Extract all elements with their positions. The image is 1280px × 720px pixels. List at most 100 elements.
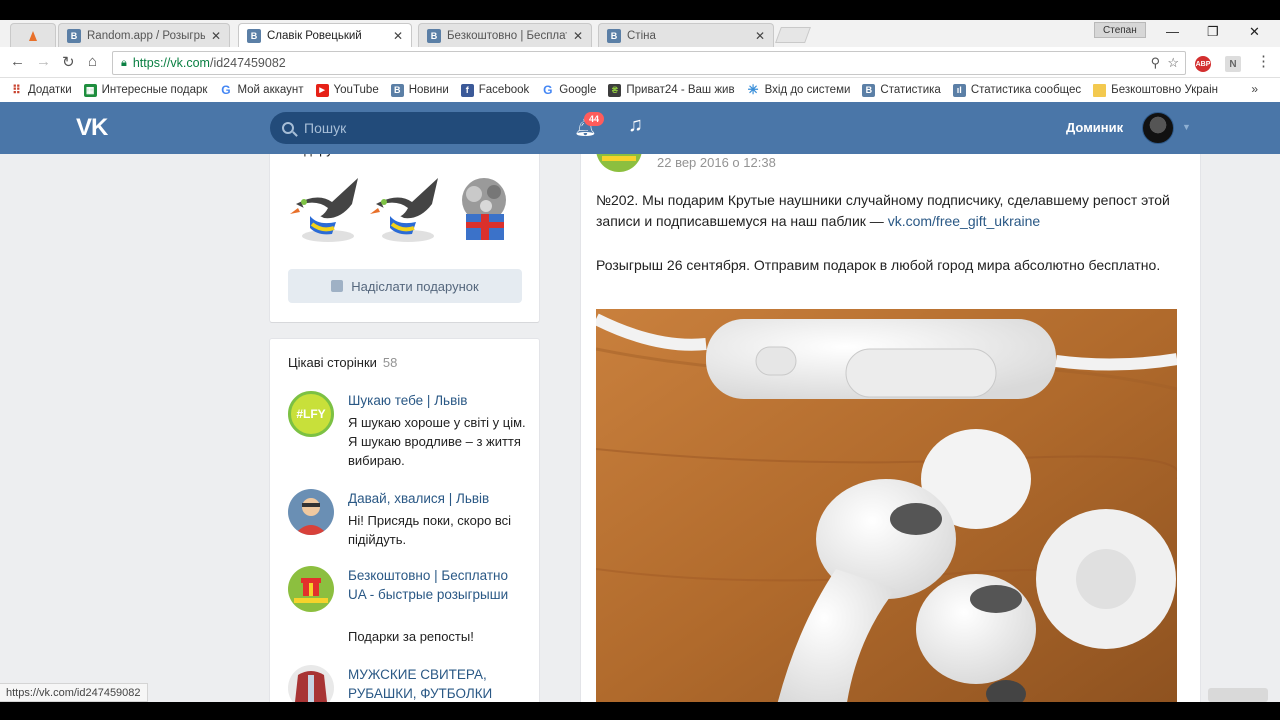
tab-pinned[interactable] <box>10 23 56 47</box>
status-bar-url: https://vk.com/id247459082 <box>0 683 148 702</box>
vk-icon: В <box>67 28 81 43</box>
bookmark-label: YouTube <box>333 84 379 96</box>
youtube-icon: ▶ <box>315 83 329 97</box>
scrollbar[interactable] <box>1208 688 1268 702</box>
search-placeholder: Пошук <box>304 120 347 136</box>
page-name[interactable]: МУЖСКИЕ СВИТЕРА, РУБАШКИ, ФУТБОЛКИ <box>348 665 528 702</box>
page-avatar[interactable]: #LFY <box>288 391 334 437</box>
bookmark-apps[interactable]: ⠿ Додатки <box>10 83 72 97</box>
page-item[interactable]: Давай, хвалися | Львів Ні! Присядь поки,… <box>288 489 528 549</box>
page-name[interactable]: Давай, хвалися | Львів <box>348 489 528 508</box>
user-name[interactable]: Доминик <box>1066 120 1123 135</box>
tab-stina[interactable]: В Стіна ✕ <box>598 23 774 47</box>
page-item[interactable]: Безкоштовно | Бесплатно UA - быстрые роз… <box>288 566 528 648</box>
send-gift-button[interactable]: Надіслати подарунок <box>288 269 522 303</box>
post-image[interactable] <box>596 309 1177 702</box>
page-name[interactable]: Шукаю тебе | Львів <box>348 391 528 410</box>
bookmark-youtube[interactable]: ▶ YouTube <box>315 83 379 97</box>
zoom-icon[interactable]: ⚲ <box>1151 55 1161 70</box>
tab-bezkoshtovno[interactable]: В Безкоштовно | Бесплатно ✕ <box>418 23 592 47</box>
tab-title: Стіна <box>627 29 656 42</box>
back-icon[interactable]: ← <box>10 53 25 70</box>
clothing-icon <box>295 671 327 702</box>
omnibox-icons: ⚲ ☆ <box>1151 55 1179 71</box>
close-icon[interactable]: ✕ <box>393 29 403 43</box>
page-avatar[interactable] <box>288 489 334 535</box>
tab-title: Безкоштовно | Бесплатно <box>447 29 567 42</box>
bookmark-label: Приват24 - Ваш жив <box>626 84 735 96</box>
music-icon[interactable]: ♫ <box>628 114 643 137</box>
post-date[interactable]: 22 вер 2016 о 12:38 <box>657 155 776 170</box>
bookmark-privat24[interactable]: ₴ Приват24 - Ваш жив <box>608 83 735 97</box>
bookmark-community-stats[interactable]: ıl Статистика сообщес <box>952 83 1081 97</box>
stats-icon: ıl <box>952 83 966 97</box>
bookmark-facebook[interactable]: f Facebook <box>460 83 530 97</box>
google-icon: G <box>221 83 231 97</box>
close-window-icon[interactable]: ✕ <box>1249 24 1260 40</box>
bookmark-label: Facebook <box>478 84 530 96</box>
bookmark-news[interactable]: В Новини <box>390 83 449 97</box>
privat-icon: ₴ <box>608 83 622 97</box>
menu-icon[interactable]: ⋮ <box>1256 52 1271 70</box>
bookmark-stats[interactable]: B Статистика <box>862 83 941 97</box>
tab-title: Славік Ровецький <box>267 29 362 42</box>
page-item[interactable]: #LFY Шукаю тебе | Львів Я шукаю хороше у… <box>288 391 528 479</box>
user-avatar[interactable] <box>1142 112 1174 144</box>
bookmark-label: Google <box>559 84 597 96</box>
vk-header: VK Пошук 🔔︎ 44 ♫ Доминик ▼ <box>0 102 1280 154</box>
vk-icon: В <box>427 28 441 43</box>
bookmark-label: Вхід до системи <box>764 84 851 96</box>
bookmark-label: Безкоштовно Украін <box>1111 84 1218 96</box>
gift-stork-2[interactable] <box>368 174 446 248</box>
screen: В Random.app / Розыгрыш ✕ В Славік Ровец… <box>0 0 1280 720</box>
vk-logo[interactable]: VK <box>76 114 108 142</box>
search-input[interactable]: Пошук <box>270 112 540 144</box>
url-host: https://vk.com <box>132 56 210 70</box>
reload-icon[interactable]: ↻ <box>62 53 75 71</box>
tab-random-app[interactable]: В Random.app / Розыгрыш ✕ <box>58 23 230 47</box>
minimize-icon[interactable]: — <box>1166 24 1179 39</box>
send-gift-label: Надіслати подарунок <box>351 278 479 294</box>
tab-slavik[interactable]: В Славік Ровецький ✕ <box>238 23 412 47</box>
address-bar[interactable]: 🔒︎ https://vk.com/id247459082 ⚲ ☆ <box>112 51 1186 75</box>
post-link[interactable]: vk.com/free_gift_ukraine <box>888 213 1041 229</box>
profile-chip[interactable]: Степан <box>1094 22 1146 38</box>
bookmark-account[interactable]: G Мой аккаунт <box>219 83 303 97</box>
vk-page: Подарунки 60 <box>0 102 1280 702</box>
post-text-secondary: Розыгрыш 26 сентября. Отправим подарок в… <box>596 257 1161 273</box>
search-icon <box>282 122 294 134</box>
gift-icon <box>331 280 344 292</box>
vk-icon: В <box>247 28 261 43</box>
close-icon[interactable]: ✕ <box>755 29 765 43</box>
bookmarks-bar: ⠿ Додатки ▦ Интересные подарк G Мой аккаунт… <box>0 78 1280 102</box>
new-tab-button[interactable] <box>775 27 811 43</box>
pages-title[interactable]: Цікаві сторінки 58 <box>288 355 397 370</box>
extension-n-icon[interactable]: N <box>1225 56 1241 72</box>
bookmarks-more-icon[interactable]: » <box>1251 82 1258 96</box>
letterbox-top <box>0 0 1280 20</box>
page-avatar[interactable] <box>288 566 334 612</box>
page-name[interactable]: Безкоштовно | Бесплатно UA - быстрые роз… <box>348 566 528 604</box>
folder-icon <box>1093 83 1107 97</box>
home-icon[interactable]: ⌂ <box>88 53 97 70</box>
bookmark-gifts[interactable]: ▦ Интересные подарк <box>83 83 207 97</box>
pages-count: 58 <box>382 355 398 370</box>
gift-stork-1[interactable] <box>288 174 366 248</box>
google-icon: G <box>543 83 553 97</box>
gifts-card: Подарунки 60 <box>270 142 539 322</box>
page-item[interactable]: МУЖСКИЕ СВИТЕРА, РУБАШКИ, ФУТБОЛКИ <box>288 665 528 702</box>
bookmark-label: Статистика <box>880 84 941 96</box>
close-icon[interactable]: ✕ <box>211 29 221 43</box>
forward-icon[interactable]: → <box>36 53 51 70</box>
bookmark-login[interactable]: ✳ Вхід до системи <box>747 82 851 97</box>
bookmark-star-icon[interactable]: ☆ <box>1167 55 1179 70</box>
page-avatar[interactable] <box>288 665 334 702</box>
chevron-down-icon[interactable]: ▼ <box>1182 122 1191 132</box>
close-icon[interactable]: ✕ <box>573 29 583 43</box>
tab-strip: В Random.app / Розыгрыш ✕ В Славік Ровец… <box>0 20 1280 47</box>
restore-icon[interactable]: ❐ <box>1207 24 1219 40</box>
bookmark-folder[interactable]: Безкоштовно Украін <box>1093 83 1218 97</box>
gift-box[interactable] <box>446 174 524 248</box>
bookmark-google[interactable]: G Google <box>541 83 597 97</box>
adblock-icon[interactable]: ABP <box>1195 56 1211 72</box>
